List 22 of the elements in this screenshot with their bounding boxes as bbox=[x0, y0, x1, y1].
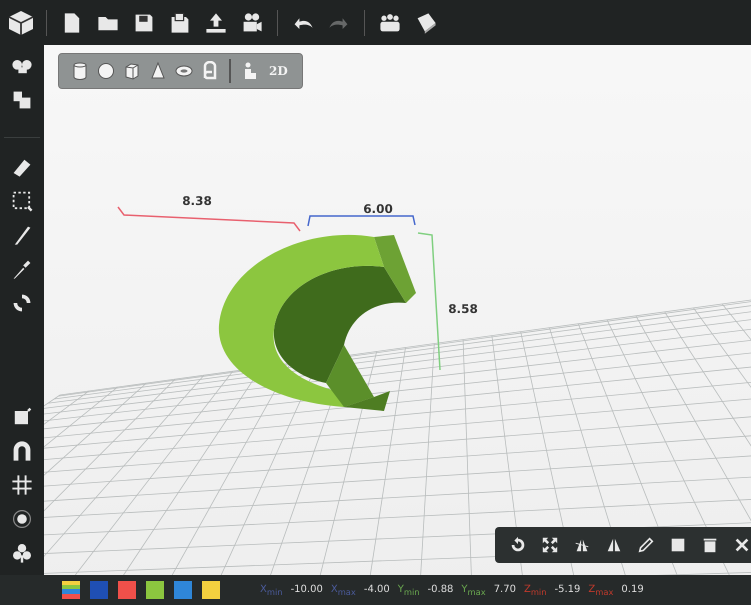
bound-value: -5.19 bbox=[554, 584, 580, 596]
color-swatch[interactable] bbox=[146, 581, 164, 599]
palette-icon[interactable] bbox=[62, 581, 80, 599]
bound-value: 7.70 bbox=[494, 584, 516, 596]
bound-label: X$_{max}$ bbox=[330, 584, 356, 596]
bound-value: -0.88 bbox=[428, 584, 454, 596]
dimension-label: 8.58 bbox=[448, 302, 478, 316]
bound-value: -4.00 bbox=[364, 584, 390, 596]
color-swatch[interactable] bbox=[118, 581, 136, 599]
color-swatch[interactable] bbox=[202, 581, 220, 599]
dimension-label: 8.38 bbox=[182, 194, 212, 208]
bound-value: -10.00 bbox=[290, 584, 323, 596]
bound-label: Y$_{min}$ bbox=[398, 584, 420, 596]
bound-label: Z$_{min}$ bbox=[524, 584, 547, 596]
bound-label: Z$_{max}$ bbox=[588, 584, 614, 596]
mode-toggle[interactable]: 2D bbox=[265, 64, 292, 78]
bound-value: 0.19 bbox=[621, 584, 644, 596]
color-swatch[interactable] bbox=[90, 581, 108, 599]
bound-label: X$_{min}$ bbox=[260, 584, 283, 596]
dimension-label: 6.00 bbox=[363, 202, 393, 216]
color-swatch[interactable] bbox=[174, 581, 192, 599]
bound-label: Y$_{max}$ bbox=[461, 584, 486, 596]
